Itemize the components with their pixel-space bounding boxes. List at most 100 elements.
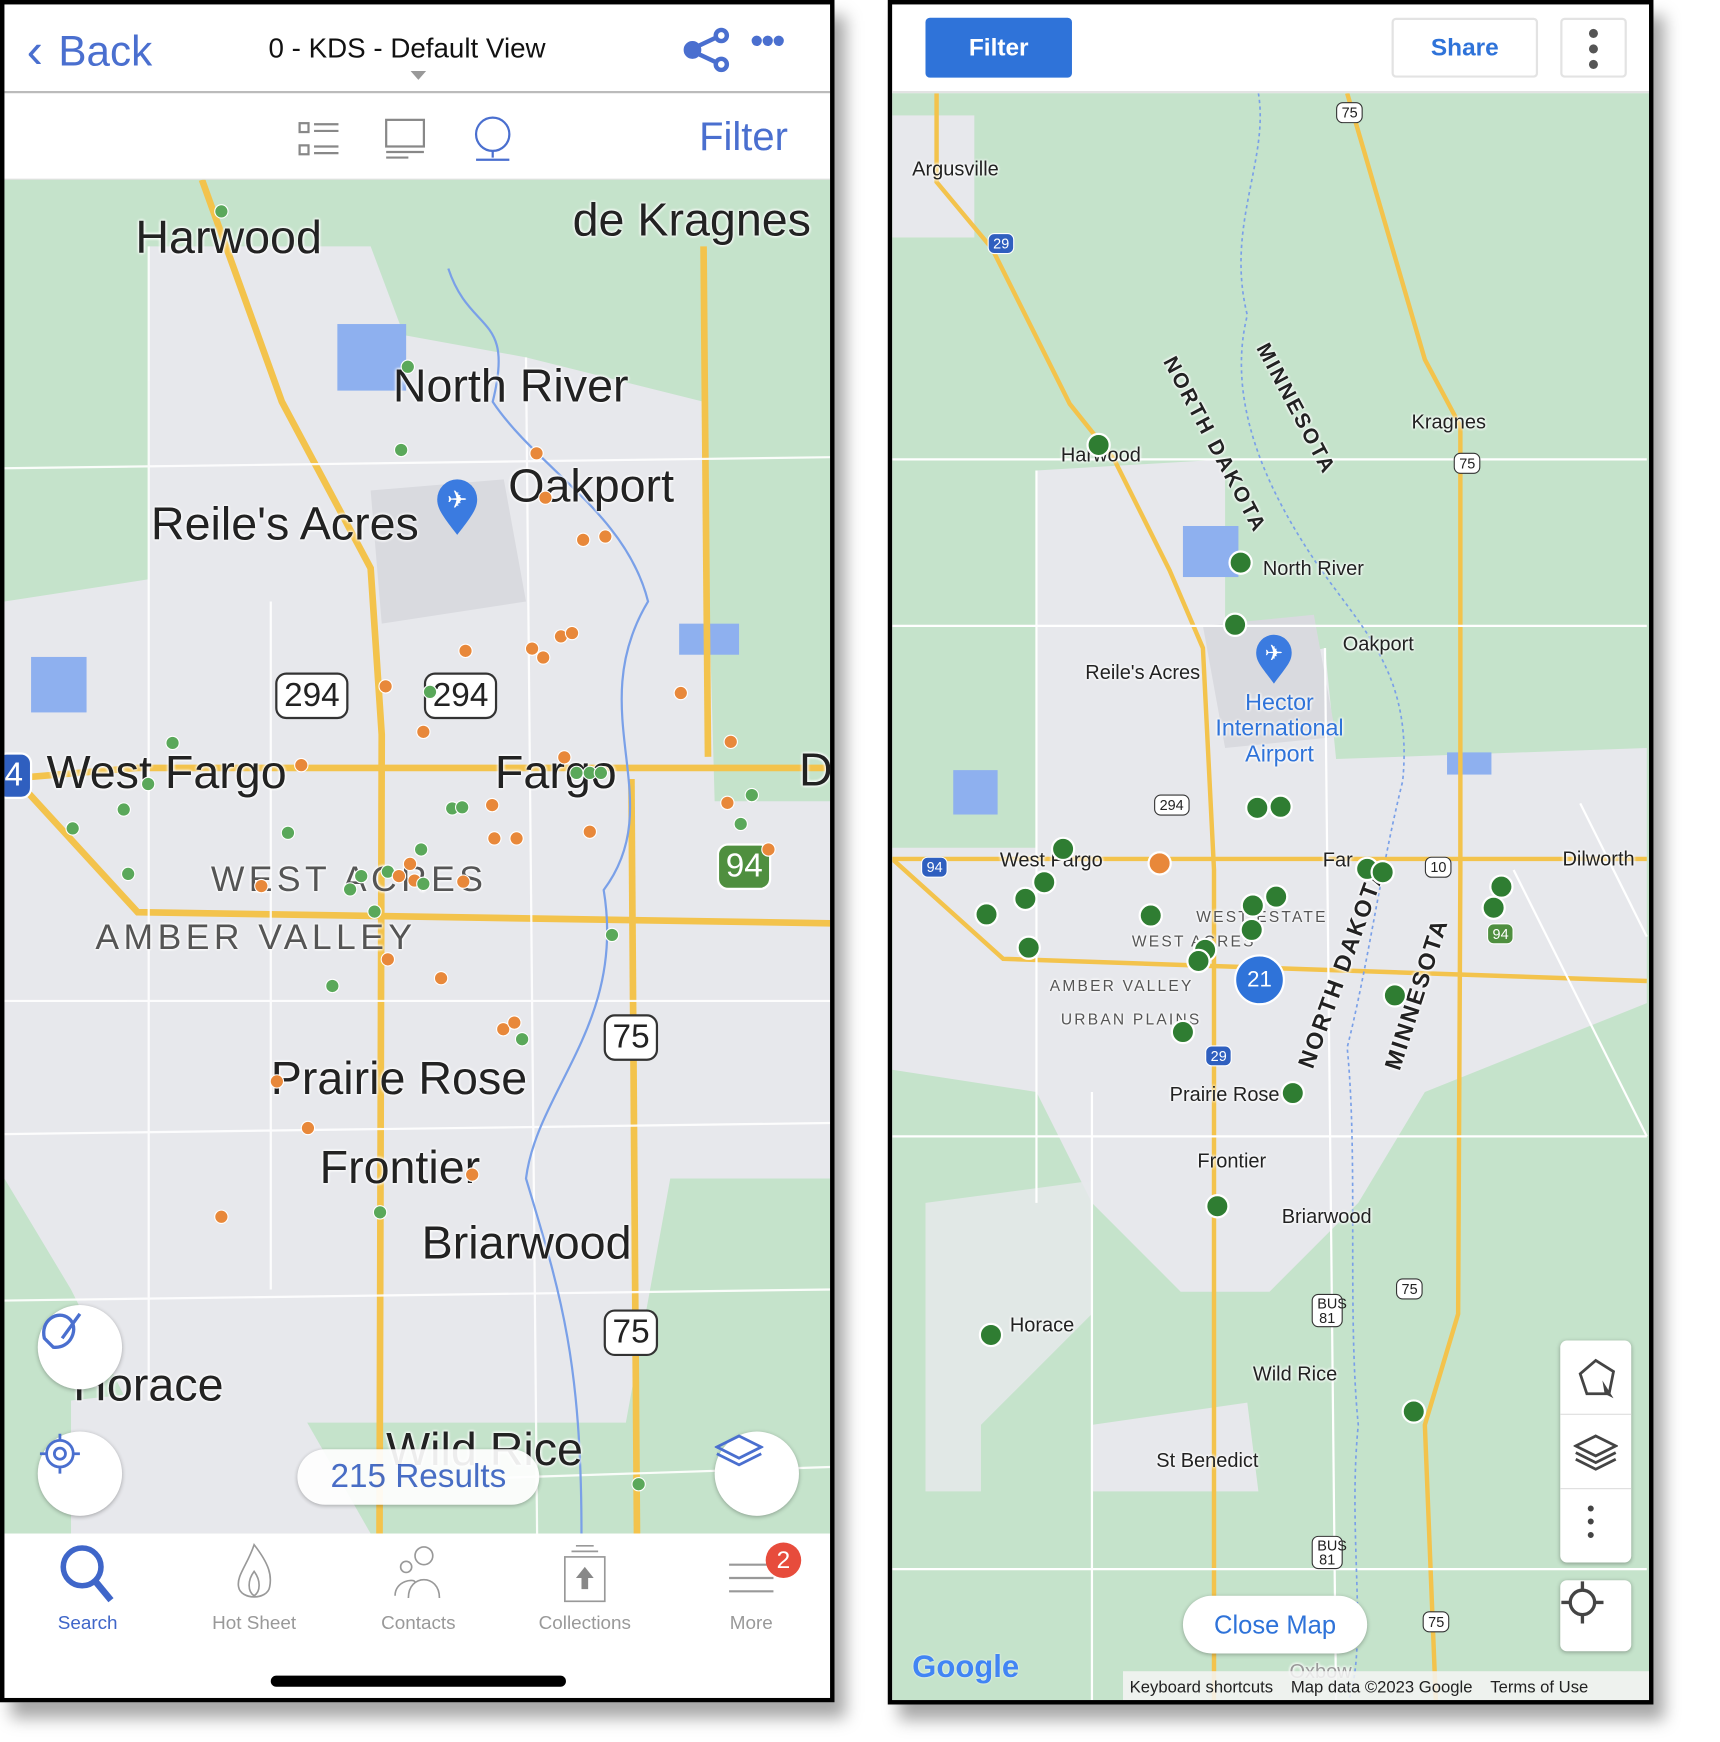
filter-link[interactable]: Filter	[699, 113, 788, 160]
gallery-view-icon[interactable]	[384, 118, 428, 160]
listing-marker[interactable]	[458, 643, 473, 659]
cluster-marker[interactable]: 21	[1233, 954, 1286, 1006]
results-count-pill[interactable]: 215 Results	[297, 1449, 540, 1505]
listing-marker[interactable]	[402, 856, 418, 872]
listing-marker[interactable]	[1382, 983, 1408, 1008]
tab-collections[interactable]: Collections	[502, 1534, 668, 1635]
listing-marker[interactable]	[120, 866, 136, 882]
vertical-dots-icon[interactable]: • • •	[1587, 1498, 1595, 1547]
listing-marker[interactable]	[1147, 851, 1172, 876]
listing-marker[interactable]	[1401, 1399, 1426, 1424]
listing-marker[interactable]	[978, 1322, 1004, 1348]
listing-marker[interactable]	[214, 1209, 229, 1224]
listing-marker[interactable]	[269, 1074, 285, 1089]
listing-marker[interactable]	[723, 734, 738, 750]
keyboard-shortcuts-link[interactable]: Keyboard shortcuts	[1130, 1677, 1273, 1696]
listing-marker[interactable]	[454, 800, 470, 815]
listing-marker[interactable]	[116, 802, 131, 817]
listing-marker[interactable]	[575, 532, 591, 548]
tab-more[interactable]: More 2	[668, 1534, 830, 1635]
listing-marker[interactable]	[416, 724, 431, 740]
listing-marker[interactable]	[529, 446, 544, 461]
listing-marker[interactable]	[1186, 948, 1211, 974]
listing-marker[interactable]	[1032, 870, 1057, 895]
listing-marker[interactable]	[294, 757, 309, 773]
listing-marker[interactable]	[165, 735, 180, 751]
listing-marker[interactable]	[564, 625, 580, 641]
listing-marker[interactable]	[1263, 884, 1289, 909]
listing-marker[interactable]	[300, 1120, 316, 1136]
listing-marker[interactable]	[631, 1477, 646, 1492]
listing-marker[interactable]	[1481, 895, 1506, 920]
map-view-icon[interactable]	[471, 115, 515, 162]
listing-marker[interactable]	[761, 842, 776, 857]
listing-marker[interactable]	[456, 874, 471, 889]
listing-marker[interactable]	[593, 765, 609, 781]
locate-me-button[interactable]	[1560, 1580, 1632, 1652]
listing-marker[interactable]	[1013, 886, 1038, 912]
listing-marker[interactable]	[342, 882, 358, 897]
close-map-button[interactable]: Close Map	[1182, 1595, 1368, 1654]
listing-marker[interactable]	[353, 868, 369, 884]
terms-of-use-link[interactable]: Terms of Use	[1490, 1677, 1588, 1696]
listing-marker[interactable]	[1245, 795, 1270, 821]
listing-marker[interactable]	[582, 824, 598, 839]
draw-polygon-icon[interactable]	[1576, 1356, 1618, 1400]
listing-marker[interactable]	[1170, 1019, 1196, 1045]
listing-marker[interactable]	[538, 490, 553, 505]
more-options-button[interactable]: • • •	[1560, 17, 1627, 82]
view-title[interactable]: 0 - KDS - Default View	[269, 33, 546, 65]
listing-marker[interactable]	[1268, 794, 1293, 819]
listing-marker[interactable]	[372, 1205, 388, 1220]
listing-marker[interactable]	[367, 904, 382, 919]
more-options-icon[interactable]: •••	[750, 20, 785, 63]
listing-marker[interactable]	[378, 679, 393, 694]
listing-marker[interactable]	[393, 442, 409, 458]
listing-marker[interactable]	[507, 1015, 522, 1030]
listing-marker[interactable]	[1222, 612, 1248, 637]
back-button[interactable]: ‹ Back	[27, 24, 153, 79]
tab-hot-sheet[interactable]: Hot Sheet	[171, 1534, 337, 1635]
listing-marker[interactable]	[557, 750, 572, 765]
locate-me-button[interactable]	[37, 1431, 123, 1516]
listing-marker[interactable]	[422, 684, 438, 700]
listing-marker[interactable]	[733, 816, 748, 832]
listing-marker[interactable]	[514, 1032, 530, 1047]
listing-marker[interactable]	[1016, 935, 1041, 960]
listing-marker[interactable]	[509, 831, 524, 846]
listing-marker[interactable]	[1228, 550, 1253, 575]
listing-marker[interactable]	[65, 821, 80, 836]
listing-marker[interactable]	[484, 797, 500, 813]
listing-marker[interactable]	[569, 765, 584, 781]
share-button[interactable]: Share	[1391, 17, 1539, 78]
map-left[interactable]: Harwood de Kragnes North River Oakport R…	[4, 179, 831, 1534]
listing-marker[interactable]	[673, 685, 689, 701]
share-icon[interactable]	[683, 27, 733, 74]
listing-marker[interactable]	[280, 825, 296, 841]
listing-marker[interactable]	[464, 1167, 480, 1182]
listing-marker[interactable]	[974, 902, 999, 927]
map-layers-button[interactable]	[714, 1431, 799, 1516]
listing-marker[interactable]	[325, 978, 340, 994]
listing-marker[interactable]	[1239, 917, 1264, 943]
listing-marker[interactable]	[413, 842, 429, 857]
listing-marker[interactable]	[1240, 893, 1266, 918]
tab-search[interactable]: Search	[4, 1534, 170, 1635]
listing-marker[interactable]	[487, 831, 502, 846]
listing-marker[interactable]	[720, 795, 735, 811]
tab-contacts[interactable]: Contacts	[335, 1534, 501, 1635]
listing-marker[interactable]	[1280, 1080, 1306, 1106]
listing-marker[interactable]	[433, 970, 449, 986]
listing-marker[interactable]	[416, 876, 431, 892]
listing-marker[interactable]	[380, 952, 396, 967]
map-right[interactable]: ArgusvilleHarwoodNORTH DAKOTAMINNESOTAKr…	[892, 93, 1650, 1701]
listing-marker[interactable]	[535, 650, 551, 665]
listing-marker[interactable]	[1050, 836, 1076, 862]
layers-icon[interactable]	[1573, 1432, 1618, 1472]
listing-marker[interactable]	[254, 878, 269, 894]
listing-marker[interactable]	[1370, 860, 1395, 885]
listing-marker[interactable]	[1138, 903, 1163, 928]
draw-boundary-button[interactable]	[37, 1305, 123, 1390]
listing-marker[interactable]	[744, 787, 760, 803]
listing-marker[interactable]	[391, 868, 407, 884]
